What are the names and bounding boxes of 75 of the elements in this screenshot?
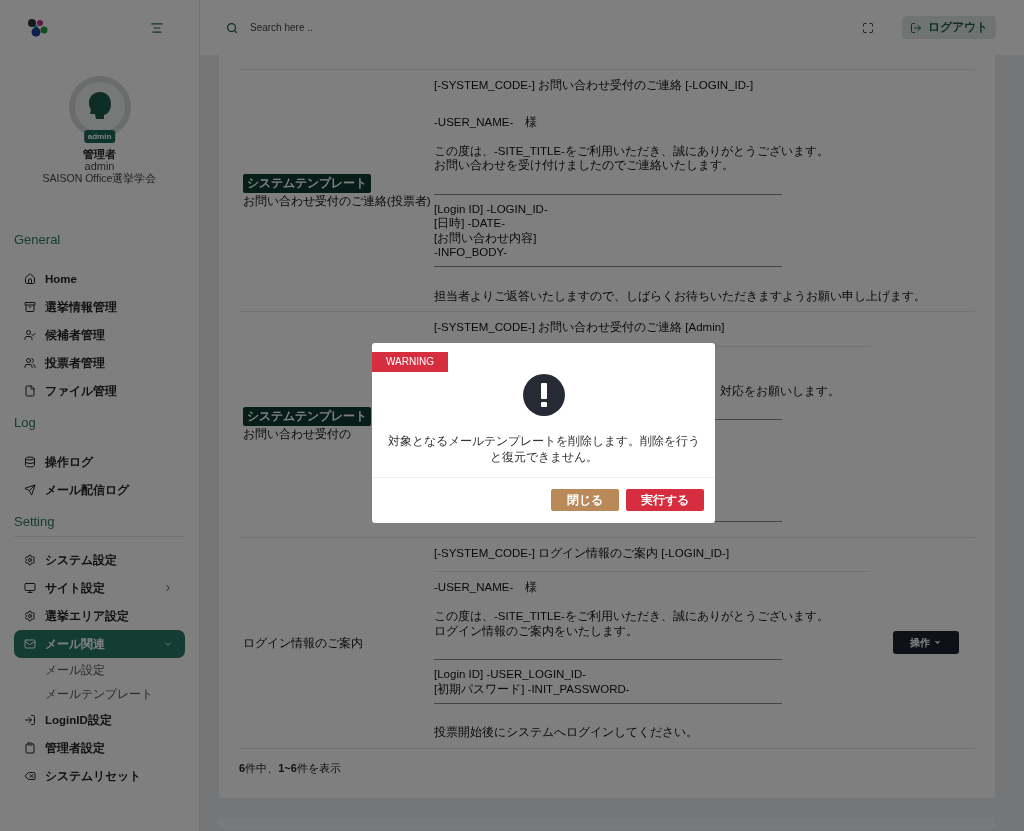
dialog-message: 対象となるメールテンプレートを削除します。削除を行うと復元できません。	[386, 434, 701, 465]
nav-item[interactable]: 選挙エリア設定	[14, 602, 185, 630]
role-badge: admin	[83, 130, 116, 143]
nav-item[interactable]: システム設定	[14, 546, 185, 574]
nav-item[interactable]: 候補者管理	[14, 321, 185, 349]
user-name: 管理者	[83, 148, 116, 160]
record-summary: 6件中、1~6件を表示	[239, 761, 341, 774]
mail-subject: [-SYSTEM_CODE-] お問い合わせ受付のご連絡 [-LOGIN_ID-]	[434, 78, 755, 93]
logout-button[interactable]: ログアウト	[902, 16, 996, 39]
nav-item[interactable]: サイト設定	[14, 574, 185, 602]
mail-line: [日時] -DATE-	[434, 217, 506, 229]
fullscreen-icon[interactable]	[862, 21, 874, 34]
nav-item[interactable]: 選挙情報管理	[14, 293, 185, 321]
template-badge: システムテンプレート	[243, 407, 371, 427]
mail-line: [Login ID] -LOGIN_ID-	[434, 202, 548, 215]
mail-line: -INFO_BODY-	[434, 246, 508, 258]
clipboard-icon	[24, 742, 36, 754]
template-name: ログイン情報のご案内	[243, 635, 363, 650]
user-check-icon	[24, 329, 36, 341]
users-icon	[24, 357, 36, 369]
logout-icon	[910, 21, 922, 34]
mail-line: 対応をお願いします。	[720, 383, 840, 398]
nav-item[interactable]: Home	[14, 265, 185, 293]
login-icon	[24, 714, 36, 726]
database-icon	[24, 456, 36, 468]
mail-line: [Login ID] -USER_LOGIN_ID-	[434, 668, 587, 680]
mail-line: -USER_NAME- 様	[434, 581, 538, 593]
gear-icon	[24, 610, 36, 622]
mail-line: [お問い合わせ内容]	[434, 231, 537, 244]
nav-subitem[interactable]: メールテンプレート	[14, 682, 185, 706]
mail-line: お問い合わせを受け付けましたのでご連絡いたします。	[434, 159, 734, 171]
search-icon	[226, 21, 238, 34]
organization-name: SAISON Office選挙学会	[42, 172, 157, 185]
delete-icon	[24, 770, 36, 782]
section-heading: Setting	[14, 514, 56, 530]
mail-icon	[24, 638, 36, 650]
template-name: お問い合わせ受付のご連絡(投票者)	[243, 193, 431, 208]
search-field[interactable]: Search here ..	[248, 21, 852, 34]
nav-item[interactable]: メール配信ログ	[14, 476, 185, 504]
gear-icon	[24, 554, 36, 566]
mail-line: 担当者よりご返答いたしますので、しばらくお待ちいただきますようお願い申し上げます。	[434, 289, 926, 302]
nav-item[interactable]: メール関連	[14, 630, 185, 658]
logo-icon	[27, 18, 49, 37]
caret-icon	[932, 638, 942, 647]
template-name: お問い合わせ受付の	[243, 427, 351, 442]
exclamation-icon	[522, 374, 565, 416]
mail-line: -USER_NAME- 様	[434, 115, 538, 128]
archive-icon	[24, 301, 36, 313]
section-heading: Log	[14, 415, 37, 431]
menu-icon[interactable]	[150, 20, 164, 35]
nav-item[interactable]: 投票者管理	[14, 349, 185, 377]
nav-subitem[interactable]: メール設定	[14, 658, 185, 682]
mail-subject: [-SYSTEM_CODE-] お問い合わせ受付のご連絡 [Admin]	[434, 320, 726, 335]
mail-line: この度は、-SITE_TITLE-をご利用いただき、誠にありがとうございます。	[434, 610, 829, 622]
mail-line: ログイン情報のご案内をいたします。	[434, 624, 638, 637]
home-icon	[24, 273, 36, 285]
file-icon	[24, 385, 36, 397]
user-login: admin	[84, 160, 115, 172]
action-button[interactable]: 操作	[892, 631, 959, 654]
nav-item[interactable]: 操作ログ	[14, 448, 185, 476]
nav-item[interactable]: ファイル管理	[14, 377, 185, 405]
monitor-icon	[24, 582, 36, 594]
nav-item[interactable]: 管理者設定	[14, 734, 185, 762]
mail-line: [初期パスワード] -INIT_PASSWORD-	[434, 682, 630, 695]
mail-subject: [-SYSTEM_CODE-] ログイン情報のご案内 [-LOGIN_ID-]	[434, 545, 731, 560]
send-icon	[24, 484, 36, 496]
mail-line: 投票開始後にシステムへログインしてください。	[434, 726, 698, 738]
confirm-button[interactable]: 実行する	[626, 489, 704, 511]
mail-line: この度は、-SITE_TITLE-をご利用いただき、誠にありがとうございます。	[434, 144, 829, 157]
template-badge: システムテンプレート	[243, 173, 371, 193]
warning-label: WARNING	[372, 352, 448, 372]
nav-item[interactable]: LoginID設定	[14, 706, 185, 734]
section-heading: General	[14, 232, 62, 248]
close-button[interactable]: 閉じる	[551, 489, 619, 511]
nav-item[interactable]: システムリセット	[14, 762, 185, 790]
